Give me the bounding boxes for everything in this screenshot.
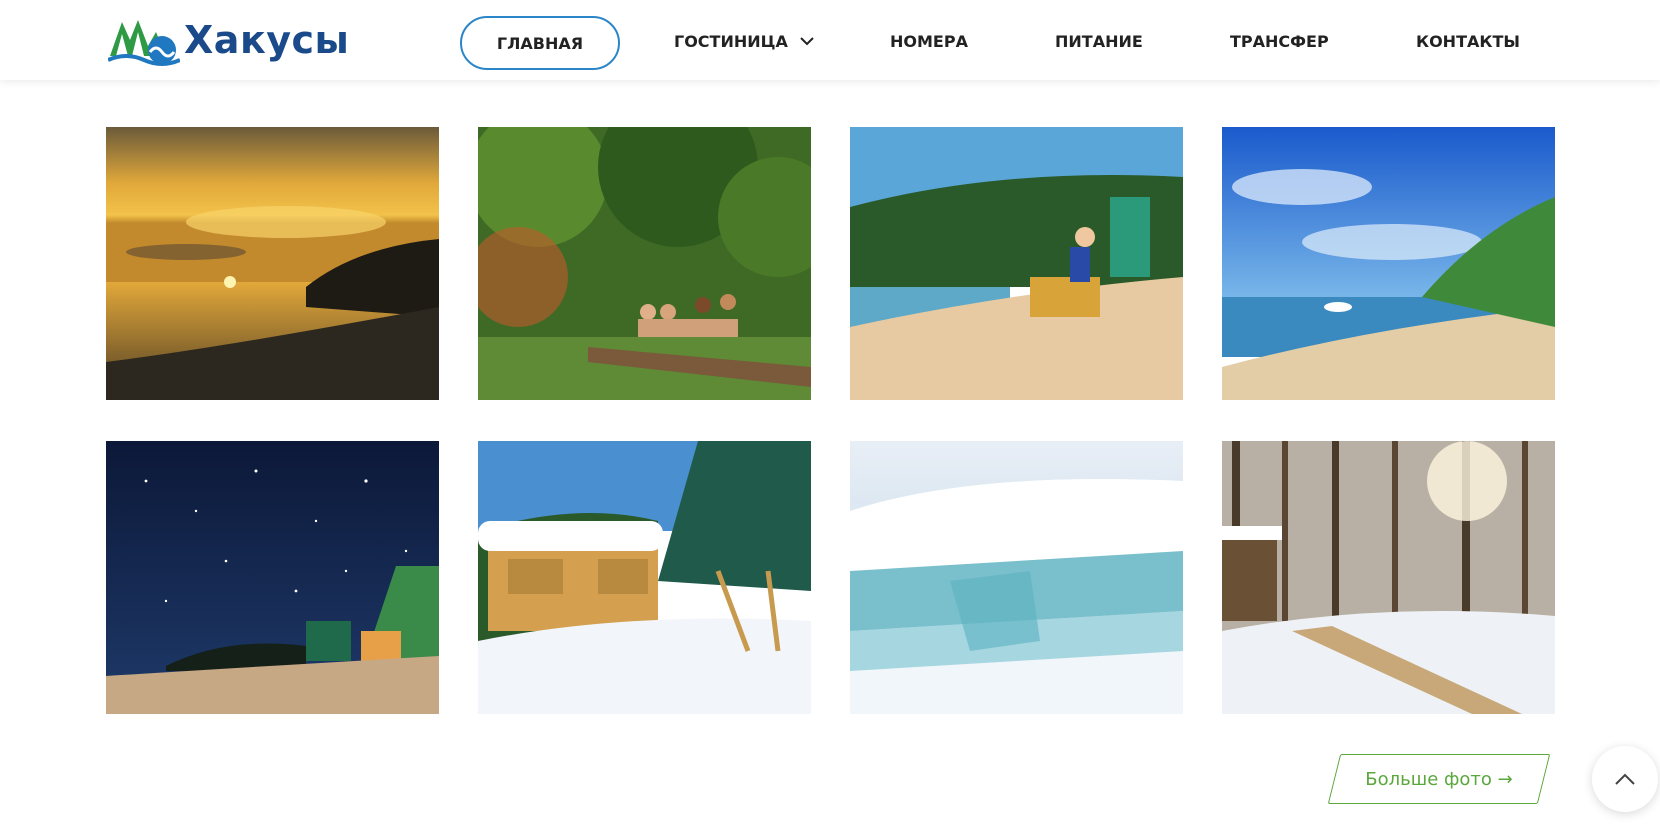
brand-name: Хакусы bbox=[184, 18, 350, 62]
nav-item-label: КОНТАКТЫ bbox=[1416, 31, 1520, 51]
nav-item-hotel[interactable]: ГОСТИНИЦА bbox=[674, 14, 814, 68]
nav-item-label: НОМЕРА bbox=[890, 31, 968, 51]
gallery-photo-winter-steam[interactable] bbox=[1222, 441, 1555, 714]
nav-item-contacts[interactable]: КОНТАКТЫ bbox=[1416, 14, 1520, 68]
chevron-up-icon bbox=[1615, 773, 1635, 785]
photo-gallery bbox=[106, 127, 1555, 714]
sunset-image bbox=[106, 127, 439, 400]
gallery-photo-ice[interactable] bbox=[850, 441, 1183, 714]
nav-item-food[interactable]: ПИТАНИЕ bbox=[1055, 14, 1143, 68]
chevron-down-icon bbox=[800, 37, 814, 46]
scroll-to-top-button[interactable] bbox=[1592, 746, 1658, 812]
beach-chair-image bbox=[850, 127, 1183, 400]
nav-item-label: ПИТАНИЕ bbox=[1055, 31, 1143, 51]
more-photos-button[interactable]: Больше фото → bbox=[1327, 754, 1551, 804]
ice-image bbox=[850, 441, 1183, 714]
nav-item-rooms[interactable]: НОМЕРА bbox=[890, 14, 968, 68]
nav-item-home[interactable]: ГЛАВНАЯ bbox=[460, 16, 620, 70]
more-photos-label: Больше фото → bbox=[1365, 768, 1513, 790]
gallery-photo-night-sky[interactable] bbox=[106, 441, 439, 714]
beach-boat-image bbox=[1222, 127, 1555, 400]
nav-item-label: ГЛАВНАЯ bbox=[496, 33, 584, 53]
gallery-photo-beach-chair[interactable] bbox=[850, 127, 1183, 400]
site-logo[interactable]: Хакусы bbox=[108, 12, 349, 68]
nav-item-label: ТРАНСФЕР bbox=[1230, 31, 1329, 51]
nav-item-label: ГОСТИНИЦА bbox=[674, 31, 788, 51]
night-sky-image bbox=[106, 441, 439, 714]
gallery-photo-beach-boat[interactable] bbox=[1222, 127, 1555, 400]
winter-steam-image bbox=[1222, 441, 1555, 714]
gallery-photo-sunset[interactable] bbox=[106, 127, 439, 400]
gallery-photo-snow-gazebo[interactable] bbox=[478, 441, 811, 714]
nav-item-transfer[interactable]: ТРАНСФЕР bbox=[1230, 14, 1329, 68]
site-header: Хакусы ГЛАВНАЯ ГОСТИНИЦА НОМЕРА ПИТАНИЕ … bbox=[0, 0, 1660, 80]
gallery-photo-hot-spring[interactable] bbox=[478, 127, 811, 400]
mountains-waves-logo-icon bbox=[108, 20, 180, 66]
hot-spring-image bbox=[478, 127, 811, 400]
snow-gazebo-image bbox=[478, 441, 811, 714]
